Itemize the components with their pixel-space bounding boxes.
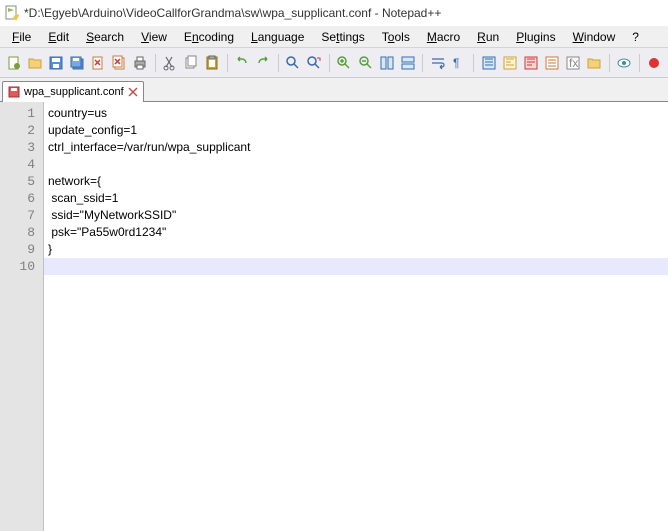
- toolbar-separator: [639, 54, 640, 72]
- toolbar-separator: [473, 54, 474, 72]
- copy-icon[interactable]: [182, 53, 201, 73]
- redo-icon[interactable]: [254, 53, 273, 73]
- code-text: psk="Pa55w0rd1234": [48, 225, 166, 239]
- code-text: ssid="MyNetworkSSID": [48, 208, 176, 222]
- wordwrap-icon[interactable]: [428, 53, 447, 73]
- menu-language[interactable]: Language: [243, 28, 312, 46]
- replace-icon[interactable]: [305, 53, 324, 73]
- open-file-icon[interactable]: [25, 53, 44, 73]
- window-title: *D:\Egyeb\Arduino\VideoCallforGrandma\sw…: [24, 6, 441, 20]
- line-number: 8: [0, 224, 43, 241]
- line-number-gutter: 1 2 3 4 5 6 7 8 9 10: [0, 102, 44, 531]
- menu-tools[interactable]: Tools: [374, 28, 418, 46]
- svg-text:fx: fx: [569, 56, 578, 70]
- editor: 1 2 3 4 5 6 7 8 9 10 country=us update_c…: [0, 102, 668, 531]
- menu-window[interactable]: Window: [565, 28, 624, 46]
- line-number: 10: [0, 258, 43, 275]
- folder-workspace-icon[interactable]: [585, 53, 604, 73]
- code-text: update_config=1: [48, 123, 137, 137]
- function-list-icon[interactable]: fx: [564, 53, 583, 73]
- code-text: }: [48, 242, 52, 256]
- menu-settings[interactable]: Settings: [313, 28, 372, 46]
- line-number: 4: [0, 156, 43, 173]
- sync-v-icon[interactable]: [377, 53, 396, 73]
- cut-icon[interactable]: [161, 53, 180, 73]
- undo-icon[interactable]: [233, 53, 252, 73]
- file-modified-icon: [7, 85, 21, 99]
- code-text: country=us: [48, 106, 107, 120]
- tab-close-icon[interactable]: [127, 86, 139, 98]
- doc-map-icon[interactable]: [521, 53, 540, 73]
- menu-help[interactable]: ?: [624, 28, 647, 46]
- menu-plugins[interactable]: Plugins: [508, 28, 563, 46]
- doc-list-icon[interactable]: [543, 53, 562, 73]
- menu-macro[interactable]: Macro: [419, 28, 468, 46]
- toolbar: ¶ fx: [0, 48, 668, 78]
- code-area[interactable]: country=us update_config=1 ctrl_interfac…: [44, 102, 668, 531]
- menu-run[interactable]: Run: [469, 28, 507, 46]
- title-bar: *D:\Egyeb\Arduino\VideoCallforGrandma\sw…: [0, 0, 668, 26]
- sync-h-icon[interactable]: [398, 53, 417, 73]
- line-number: 6: [0, 190, 43, 207]
- line-number: 1: [0, 105, 43, 122]
- menu-encoding[interactable]: Encoding: [176, 28, 242, 46]
- current-line-highlight: [44, 258, 668, 275]
- code-text: ctrl_interface=/var/run/wpa_supplicant: [48, 140, 250, 154]
- toolbar-separator: [609, 54, 610, 72]
- app-icon: [4, 5, 20, 21]
- tab-active[interactable]: wpa_supplicant.conf: [2, 81, 144, 102]
- code-text: network={: [48, 174, 101, 188]
- toolbar-separator: [227, 54, 228, 72]
- save-icon[interactable]: [46, 53, 65, 73]
- menu-search[interactable]: Search: [78, 28, 132, 46]
- indent-guide-icon[interactable]: [479, 53, 498, 73]
- svg-text:¶: ¶: [453, 56, 459, 70]
- tab-label: wpa_supplicant.conf: [24, 86, 124, 98]
- toolbar-separator: [329, 54, 330, 72]
- close-icon[interactable]: [88, 53, 107, 73]
- find-icon[interactable]: [284, 53, 303, 73]
- toolbar-separator: [155, 54, 156, 72]
- monitor-icon[interactable]: [615, 53, 634, 73]
- line-number: 7: [0, 207, 43, 224]
- menu-bar: File Edit Search View Encoding Language …: [0, 26, 668, 48]
- line-number: 9: [0, 241, 43, 258]
- tab-bar: wpa_supplicant.conf: [0, 78, 668, 102]
- line-number: 3: [0, 139, 43, 156]
- paste-icon[interactable]: [203, 53, 222, 73]
- menu-edit[interactable]: Edit: [40, 28, 77, 46]
- line-number: 2: [0, 122, 43, 139]
- menu-view[interactable]: View: [133, 28, 175, 46]
- print-icon[interactable]: [130, 53, 149, 73]
- menu-file[interactable]: File: [4, 28, 39, 46]
- save-all-icon[interactable]: [67, 53, 86, 73]
- code-text: scan_ssid=1: [48, 191, 118, 205]
- toolbar-separator: [278, 54, 279, 72]
- line-number: 5: [0, 173, 43, 190]
- allchars-icon[interactable]: ¶: [449, 53, 468, 73]
- udl-icon[interactable]: [500, 53, 519, 73]
- toolbar-separator: [422, 54, 423, 72]
- close-all-icon[interactable]: [109, 53, 128, 73]
- zoom-out-icon[interactable]: [356, 53, 375, 73]
- zoom-in-icon[interactable]: [335, 53, 354, 73]
- new-file-icon[interactable]: [4, 53, 23, 73]
- record-icon[interactable]: [645, 53, 664, 73]
